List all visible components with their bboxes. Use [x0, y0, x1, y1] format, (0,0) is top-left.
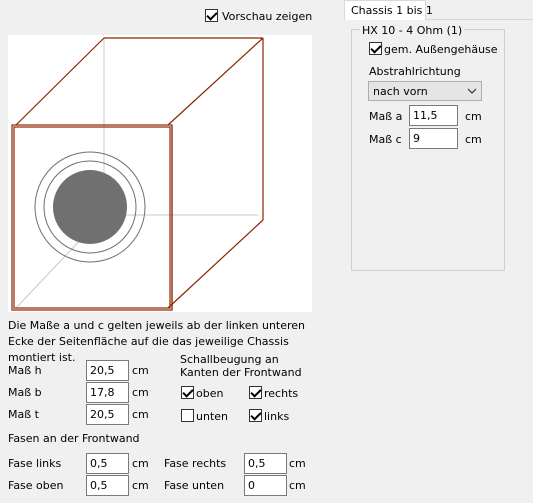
fase-links-input[interactable]: 0,5	[86, 453, 129, 474]
mass-b-input[interactable]: 17,8	[86, 382, 129, 403]
mass-c-input[interactable]: 9	[409, 128, 458, 149]
tab-strip-line	[426, 19, 533, 20]
mass-a-input[interactable]: 11,5	[409, 105, 458, 126]
edge-right-checkbox[interactable]	[249, 386, 262, 399]
edge-right-label: rechts	[264, 387, 299, 400]
cabinet-preview	[8, 35, 312, 312]
tab-chassis[interactable]: Chassis 1 bis 1	[344, 0, 433, 20]
fase-oben-input[interactable]: 0,5	[86, 475, 129, 496]
mass-h-input[interactable]: 20,5	[86, 360, 129, 381]
mass-h-label: Maß h	[8, 364, 42, 377]
fase-unten-unit: cm	[289, 479, 306, 492]
mass-c-label: Maß c	[369, 133, 402, 146]
mass-b-label: Maß b	[8, 386, 42, 399]
mass-h-unit: cm	[132, 364, 149, 377]
edge-bottom-checkbox[interactable]	[181, 409, 194, 422]
chamfer-title: Fasen an der Frontwand	[8, 432, 140, 445]
housing-checkbox[interactable]	[369, 42, 382, 55]
mass-t-unit: cm	[132, 408, 149, 421]
housing-checkbox-label: gem. Außengehäuse	[384, 43, 498, 56]
edge-top-label: oben	[196, 387, 224, 400]
mass-a-unit: cm	[465, 110, 482, 123]
fase-oben-unit: cm	[132, 479, 149, 492]
fase-links-label: Fase links	[8, 457, 62, 470]
mass-a-label: Maß a	[369, 110, 403, 123]
mass-b-unit: cm	[132, 386, 149, 399]
edge-left-checkbox[interactable]	[249, 409, 262, 422]
edge-bottom-label: unten	[196, 410, 228, 423]
fase-links-unit: cm	[132, 457, 149, 470]
driver-cone	[53, 170, 127, 244]
direction-select-value: nach vorn	[373, 85, 428, 98]
chevron-down-icon	[467, 88, 477, 94]
fase-rechts-unit: cm	[289, 457, 306, 470]
preview-checkbox[interactable]	[205, 9, 218, 22]
mass-t-label: Maß t	[8, 408, 39, 421]
direction-select[interactable]: nach vorn	[368, 81, 482, 101]
direction-label: Abstrahlrichtung	[369, 65, 461, 78]
fase-unten-input[interactable]: 0	[244, 475, 287, 496]
fase-rechts-label: Fase rechts	[164, 457, 227, 470]
fase-oben-label: Fase oben	[8, 479, 64, 492]
fase-rechts-input[interactable]: 0,5	[244, 453, 287, 474]
edge-left-label: links	[264, 410, 290, 423]
mass-t-input[interactable]: 20,5	[86, 404, 129, 425]
diffraction-title: Schallbeugung an Kanten der Frontwand	[180, 353, 302, 379]
tab-chassis-label: Chassis 1 bis 1	[351, 4, 433, 17]
chassis-group-title: HX 10 - 4 Ohm (1)	[360, 24, 465, 37]
mass-c-unit: cm	[465, 133, 482, 146]
edge-top-checkbox[interactable]	[181, 386, 194, 399]
preview-checkbox-label: Vorschau zeigen	[222, 10, 313, 23]
fase-unten-label: Fase unten	[164, 479, 225, 492]
